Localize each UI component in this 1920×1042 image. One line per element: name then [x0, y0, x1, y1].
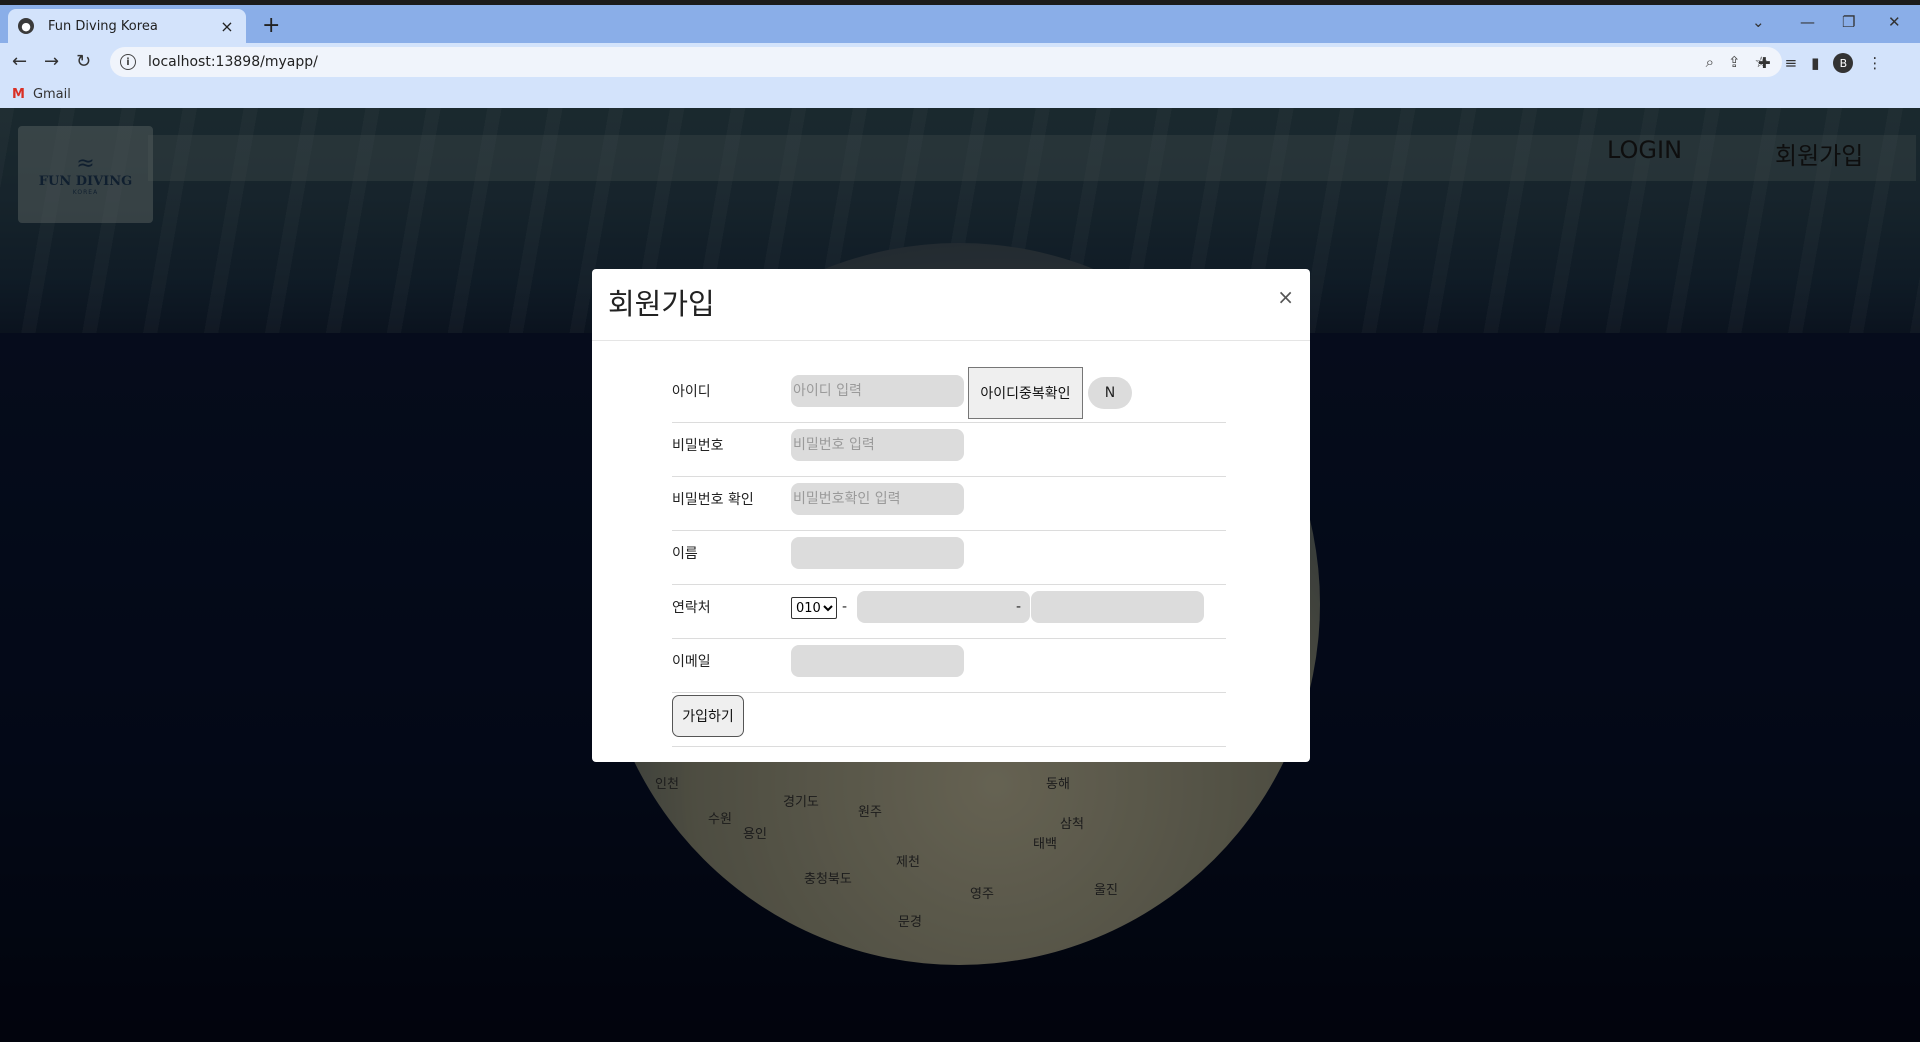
email-row: 이메일	[672, 639, 1226, 693]
share-icon[interactable]: ⇪	[1728, 53, 1741, 71]
info-icon[interactable]: i	[120, 54, 136, 70]
sidepanel-icon[interactable]: ▮	[1811, 54, 1819, 72]
signup-submit-button[interactable]: 가입하기	[672, 695, 744, 737]
back-icon[interactable]: ←	[12, 51, 27, 72]
phone-dash: -	[1016, 599, 1022, 615]
globe-icon: ●	[18, 18, 34, 34]
reload-icon[interactable]: ↻	[76, 51, 91, 72]
tab-close-icon[interactable]: ×	[218, 17, 236, 36]
password-confirm-label: 비밀번호 확인	[672, 492, 754, 508]
phone-label: 연락처	[672, 600, 711, 616]
id-check-status: N	[1088, 377, 1132, 409]
address-bar[interactable]: i localhost:13898/myapp/ ⌕ ⇪ ☆	[110, 47, 1782, 77]
name-row: 이름	[672, 531, 1226, 585]
menu-icon[interactable]: ⋮	[1867, 54, 1882, 72]
password-label: 비밀번호	[672, 438, 724, 454]
email-label: 이메일	[672, 654, 711, 670]
id-row: 아이디 아이디중복확인 N	[672, 367, 1226, 423]
new-tab-button[interactable]: +	[262, 14, 280, 38]
signup-form: 아이디 아이디중복확인 N 비밀번호 비밀번호 확인 이름 연락처 010 - …	[672, 367, 1226, 747]
media-icon[interactable]: ≡	[1785, 54, 1798, 72]
phone-last-input[interactable]	[1031, 591, 1204, 623]
profile-avatar[interactable]: B	[1833, 53, 1854, 73]
extensions-icon[interactable]: ✚	[1758, 54, 1771, 72]
close-window-icon[interactable]: ✕	[1888, 13, 1901, 31]
forward-icon[interactable]: →	[44, 51, 59, 72]
id-check-button[interactable]: 아이디중복확인	[968, 367, 1083, 419]
phone-prefix-select[interactable]: 010	[791, 597, 837, 619]
modal-header: 회원가입 ×	[592, 269, 1310, 341]
bookmarks-bar: M Gmail	[0, 84, 1920, 108]
minimize-icon[interactable]: —	[1800, 13, 1815, 31]
id-input[interactable]	[791, 375, 964, 407]
password-confirm-input[interactable]	[791, 483, 964, 515]
password-row: 비밀번호	[672, 423, 1226, 477]
email-input[interactable]	[791, 645, 964, 677]
close-icon[interactable]: ×	[1277, 285, 1294, 309]
name-input[interactable]	[791, 537, 964, 569]
gmail-icon: M	[12, 87, 25, 102]
modal-title: 회원가입	[608, 287, 715, 321]
browser-tab[interactable]: ● Fun Diving Korea ×	[8, 9, 246, 43]
browser-toolbar: ← → ↻ i localhost:13898/myapp/ ⌕ ⇪ ☆ ✚ ≡…	[0, 43, 1920, 84]
name-label: 이름	[672, 546, 698, 562]
tab-bar: ● Fun Diving Korea × + ⌄ — ❐ ✕	[0, 5, 1920, 43]
phone-dash: -	[842, 599, 848, 615]
restore-icon[interactable]: ❐	[1842, 13, 1855, 31]
bookmark-label: Gmail	[32, 87, 71, 102]
phone-row: 연락처 010 - -	[672, 585, 1226, 639]
id-label: 아이디	[672, 384, 711, 400]
tab-search-icon[interactable]: ⌄	[1752, 13, 1765, 31]
phone-middle-input[interactable]	[857, 591, 1030, 623]
bookmark-gmail[interactable]: M Gmail	[12, 87, 71, 102]
signup-modal: 회원가입 × 아이디 아이디중복확인 N 비밀번호 비밀번호 확인 이름 연락처…	[592, 269, 1310, 762]
submit-row: 가입하기	[672, 693, 1226, 747]
zoom-icon[interactable]: ⌕	[1706, 53, 1714, 71]
tab-title: Fun Diving Korea	[48, 18, 158, 34]
password-input[interactable]	[791, 429, 964, 461]
password-confirm-row: 비밀번호 확인	[672, 477, 1226, 531]
url-text[interactable]: localhost:13898/myapp/	[148, 54, 318, 70]
